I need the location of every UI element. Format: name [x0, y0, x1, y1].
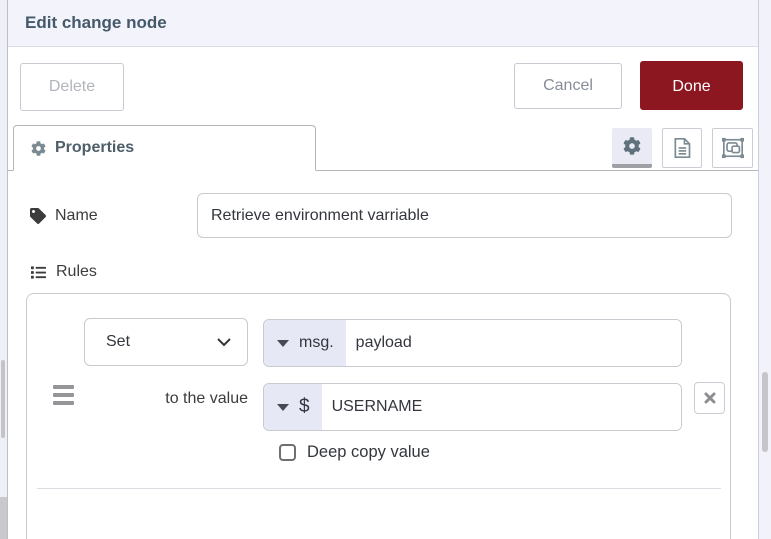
- dialog-header: Edit change node: [8, 0, 758, 47]
- properties-view-button[interactable]: [612, 128, 652, 168]
- to-the-value-label: to the value: [165, 390, 248, 407]
- deep-copy-checkbox[interactable]: [279, 444, 296, 461]
- rule-property-input: msg.: [263, 319, 682, 367]
- list-icon: [30, 265, 47, 280]
- cancel-button[interactable]: Cancel: [514, 63, 622, 109]
- done-button[interactable]: Done: [640, 61, 743, 110]
- edit-change-node-dialog: Edit change node Delete Cancel Done Prop…: [0, 0, 771, 539]
- rule-divider: [37, 488, 721, 489]
- form-scrollbar-track: [758, 0, 771, 539]
- close-icon: [704, 392, 716, 404]
- rule-value-type-button[interactable]: $: [264, 384, 322, 430]
- rule-action-select[interactable]: Set: [84, 318, 248, 366]
- name-input[interactable]: [197, 193, 732, 238]
- rule-action-value: Set: [106, 333, 131, 350]
- rule-property-type-button[interactable]: msg.: [264, 320, 346, 366]
- gear-icon: [623, 137, 641, 155]
- chevron-down-icon: [217, 337, 231, 347]
- left-scrollbar-corner: [0, 497, 7, 539]
- remove-rule-button[interactable]: [694, 382, 725, 414]
- appearance-view-button[interactable]: [712, 128, 753, 168]
- name-field-row: Name: [30, 207, 98, 225]
- gear-icon: [31, 140, 46, 156]
- name-label: Name: [55, 207, 98, 224]
- edit-tray: Edit change node Delete Cancel Done Prop…: [8, 0, 758, 539]
- dialog-title: Edit change node: [25, 13, 167, 32]
- workspace-edge: [0, 0, 8, 539]
- caret-down-icon: [277, 339, 289, 347]
- rules-section-header: Rules: [30, 263, 97, 281]
- left-scrollbar-thumb[interactable]: [1, 360, 5, 438]
- rule-property-field[interactable]: [345, 320, 681, 366]
- tab-properties-label: Properties: [55, 139, 135, 156]
- caret-down-icon: [277, 403, 289, 411]
- deep-copy-label: Deep copy value: [307, 443, 430, 461]
- appearance-icon: [721, 137, 745, 159]
- dialog-toolbar: Delete Cancel Done: [8, 47, 758, 122]
- description-view-button[interactable]: [662, 128, 702, 168]
- rule-value-field[interactable]: [321, 384, 681, 430]
- property-type-label: msg.: [299, 334, 334, 351]
- tab-properties[interactable]: Properties: [13, 125, 316, 171]
- form-scrollbar-thumb[interactable]: [762, 372, 768, 452]
- rules-label: Rules: [56, 263, 97, 280]
- tag-icon: [30, 208, 46, 224]
- rule-value-input: $: [263, 383, 682, 431]
- env-var-type-label: $: [299, 396, 310, 417]
- editor-tabbar: Properties: [8, 122, 758, 171]
- doc-icon: [672, 137, 692, 159]
- deep-copy-row[interactable]: Deep copy value: [279, 443, 430, 462]
- properties-form: Name Rules Set: [8, 171, 758, 539]
- delete-button[interactable]: Delete: [20, 63, 124, 111]
- rules-container: Set msg. to t: [26, 293, 731, 539]
